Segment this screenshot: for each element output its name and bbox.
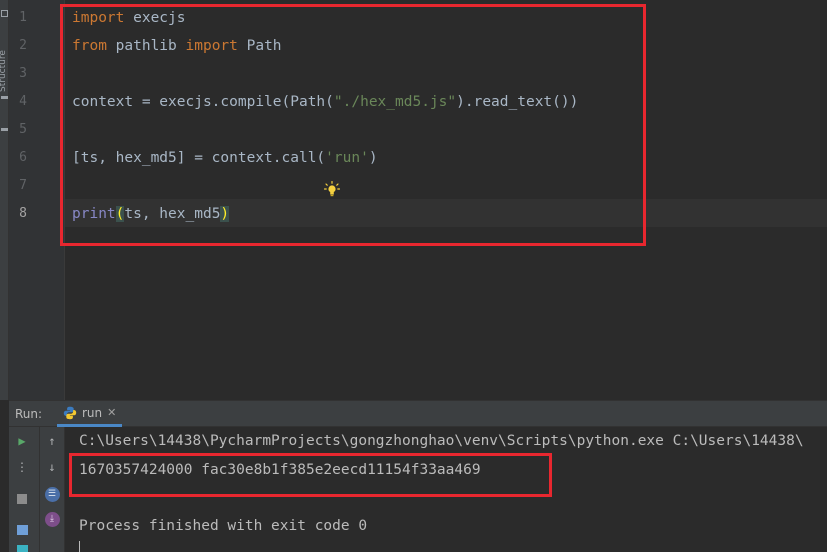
run-scroll-toolbar: ↑ ↓ ☰ ⤓	[40, 427, 65, 552]
code-token: )	[368, 150, 378, 166]
line-number-gutter: 1 2 3 4 5 6 7 8	[9, 0, 65, 400]
run-window-label: Run:	[15, 407, 43, 421]
python-icon	[63, 406, 77, 419]
console-cursor	[79, 541, 80, 552]
scroll-down-icon[interactable]: ↓	[42, 457, 62, 477]
builtin-token: print	[72, 206, 116, 222]
code-token: ).read_text())	[456, 94, 579, 110]
code-line-4[interactable]: context = execjs.compile(Path("./hex_md5…	[72, 88, 578, 116]
scroll-to-end-icon[interactable]: ⤓	[42, 509, 62, 529]
rerun-icon[interactable]: ▶	[12, 431, 32, 451]
line-number: 6	[19, 150, 27, 165]
line-number-current: 8	[19, 206, 27, 221]
code-editor[interactable]: import execjs from pathlib import Path c…	[65, 0, 827, 400]
run-tab[interactable]: run ✕	[57, 401, 123, 427]
soft-wrap-icon[interactable]: ☰	[42, 484, 62, 504]
line-number: 1	[19, 10, 27, 25]
code-token: Path	[237, 38, 282, 54]
structure-marker-icon	[1, 96, 8, 99]
string-token: "./hex_md5.js"	[333, 94, 457, 110]
keyword-token: import	[185, 38, 238, 54]
string-token: 'run'	[325, 150, 369, 166]
run-toolbar: ▶ ⋮	[9, 427, 40, 552]
matching-paren: )	[220, 206, 230, 222]
print-icon[interactable]	[12, 539, 32, 552]
line-number: 5	[19, 122, 27, 137]
lightbulb-icon[interactable]	[324, 181, 340, 197]
code-line-6[interactable]: [ts, hex_md5] = context.call('run')	[72, 144, 378, 172]
run-window-header: Run: run ✕	[9, 400, 827, 427]
line-number: 2	[19, 38, 27, 53]
scroll-up-icon[interactable]: ↑	[42, 431, 62, 451]
console-command-line: C:\Users\14438\PycharmProjects\gongzhong…	[79, 433, 804, 449]
code-token: ts, hex_md5	[124, 206, 221, 222]
line-number: 7	[19, 178, 27, 193]
structure-marker-icon	[1, 128, 8, 131]
layout-icon[interactable]	[12, 520, 32, 540]
console-output-line: 1670357424000 fac30e8b1f385e2eecd11154f3…	[79, 462, 481, 478]
keyword-token: import	[72, 10, 125, 26]
more-options-icon[interactable]: ⋮	[12, 457, 32, 477]
run-console[interactable]: C:\Users\14438\PycharmProjects\gongzhong…	[66, 427, 827, 552]
code-token: context = execjs.compile(Path(	[72, 94, 334, 110]
structure-tool-strip[interactable]: Structure	[0, 0, 9, 400]
console-finish-line: Process finished with exit code 0	[79, 518, 368, 534]
code-line-2[interactable]: from pathlib import Path	[72, 32, 282, 60]
run-tab-label: run	[82, 405, 103, 420]
close-icon[interactable]: ✕	[107, 406, 116, 419]
code-token: execjs	[124, 10, 186, 26]
code-token: [ts, hex_md5] = context.call(	[72, 150, 326, 166]
keyword-token: from	[72, 38, 107, 54]
line-number: 4	[19, 94, 27, 109]
code-line-1[interactable]: import execjs	[72, 4, 186, 32]
structure-icon[interactable]	[1, 10, 8, 17]
stop-icon[interactable]	[12, 489, 32, 509]
line-number: 3	[19, 66, 27, 81]
code-token: pathlib	[106, 38, 186, 54]
code-line-8[interactable]: print(ts, hex_md5)	[72, 200, 230, 228]
